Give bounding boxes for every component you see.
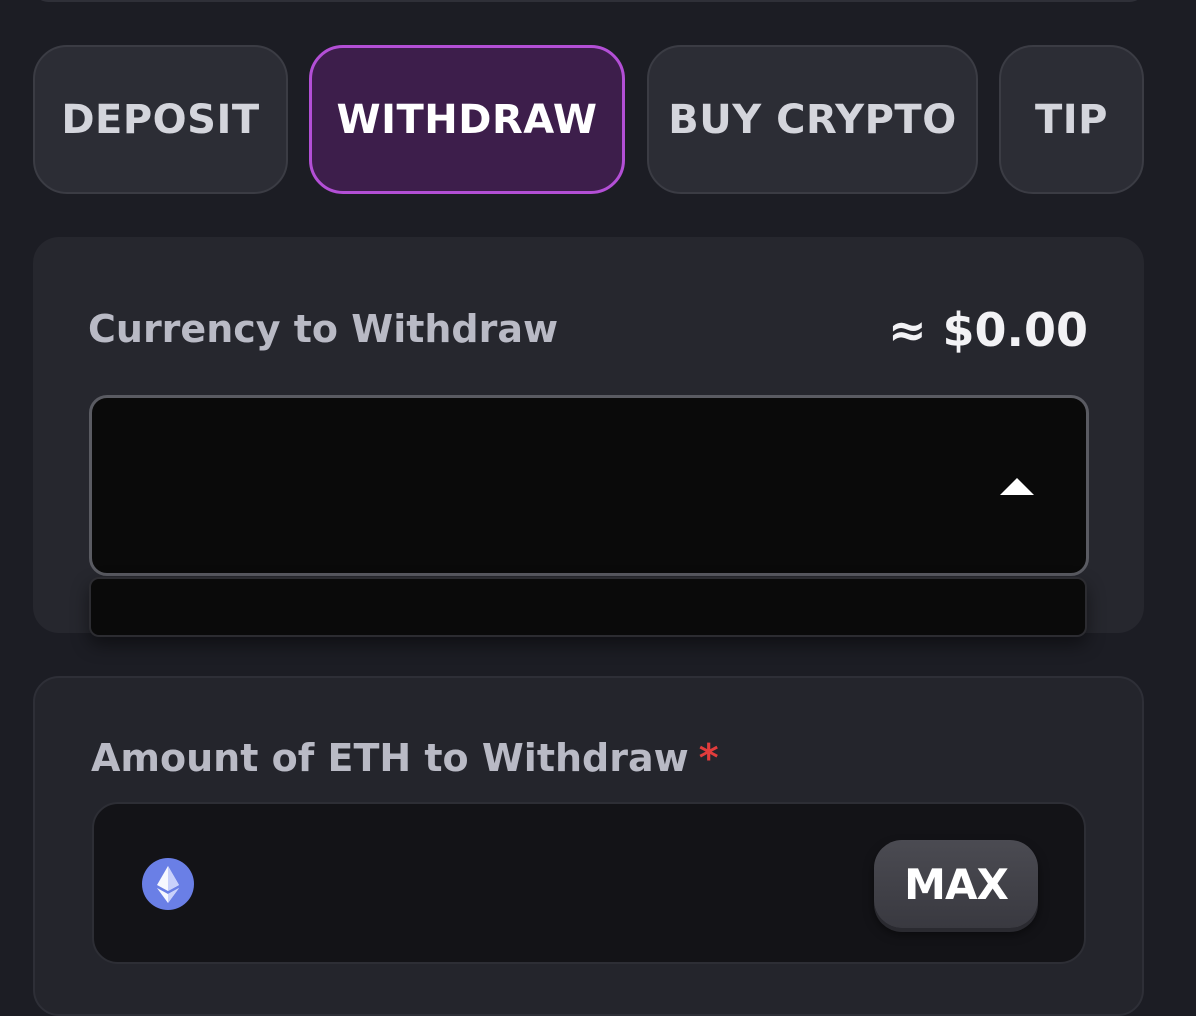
amount-label: Amount of ETH to Withdraw * — [91, 736, 719, 780]
amount-label-text: Amount of ETH to Withdraw — [91, 736, 689, 780]
currency-label: Currency to Withdraw — [88, 307, 559, 351]
tab-tip[interactable]: TIP — [999, 45, 1144, 194]
max-button[interactable]: MAX — [874, 840, 1038, 928]
currency-dropdown-list[interactable] — [89, 577, 1087, 637]
tab-withdraw-label: WITHDRAW — [336, 96, 598, 143]
tab-tip-label: TIP — [1035, 96, 1108, 143]
tab-deposit[interactable]: DEPOSIT — [33, 45, 288, 194]
tab-deposit-label: DEPOSIT — [61, 96, 260, 143]
tab-buy-crypto[interactable]: BUY CRYPTO — [647, 45, 978, 194]
tab-withdraw[interactable]: WITHDRAW — [309, 45, 625, 194]
usd-estimate: ≈ $0.00 — [887, 303, 1088, 357]
caret-up-icon[interactable] — [1000, 478, 1034, 495]
top-card-edge — [34, 0, 1144, 2]
currency-select[interactable] — [89, 395, 1089, 576]
required-marker: * — [698, 736, 719, 780]
ethereum-icon — [142, 858, 194, 910]
amount-input[interactable]: MAX — [92, 802, 1086, 964]
tab-buy-crypto-label: BUY CRYPTO — [668, 96, 957, 143]
